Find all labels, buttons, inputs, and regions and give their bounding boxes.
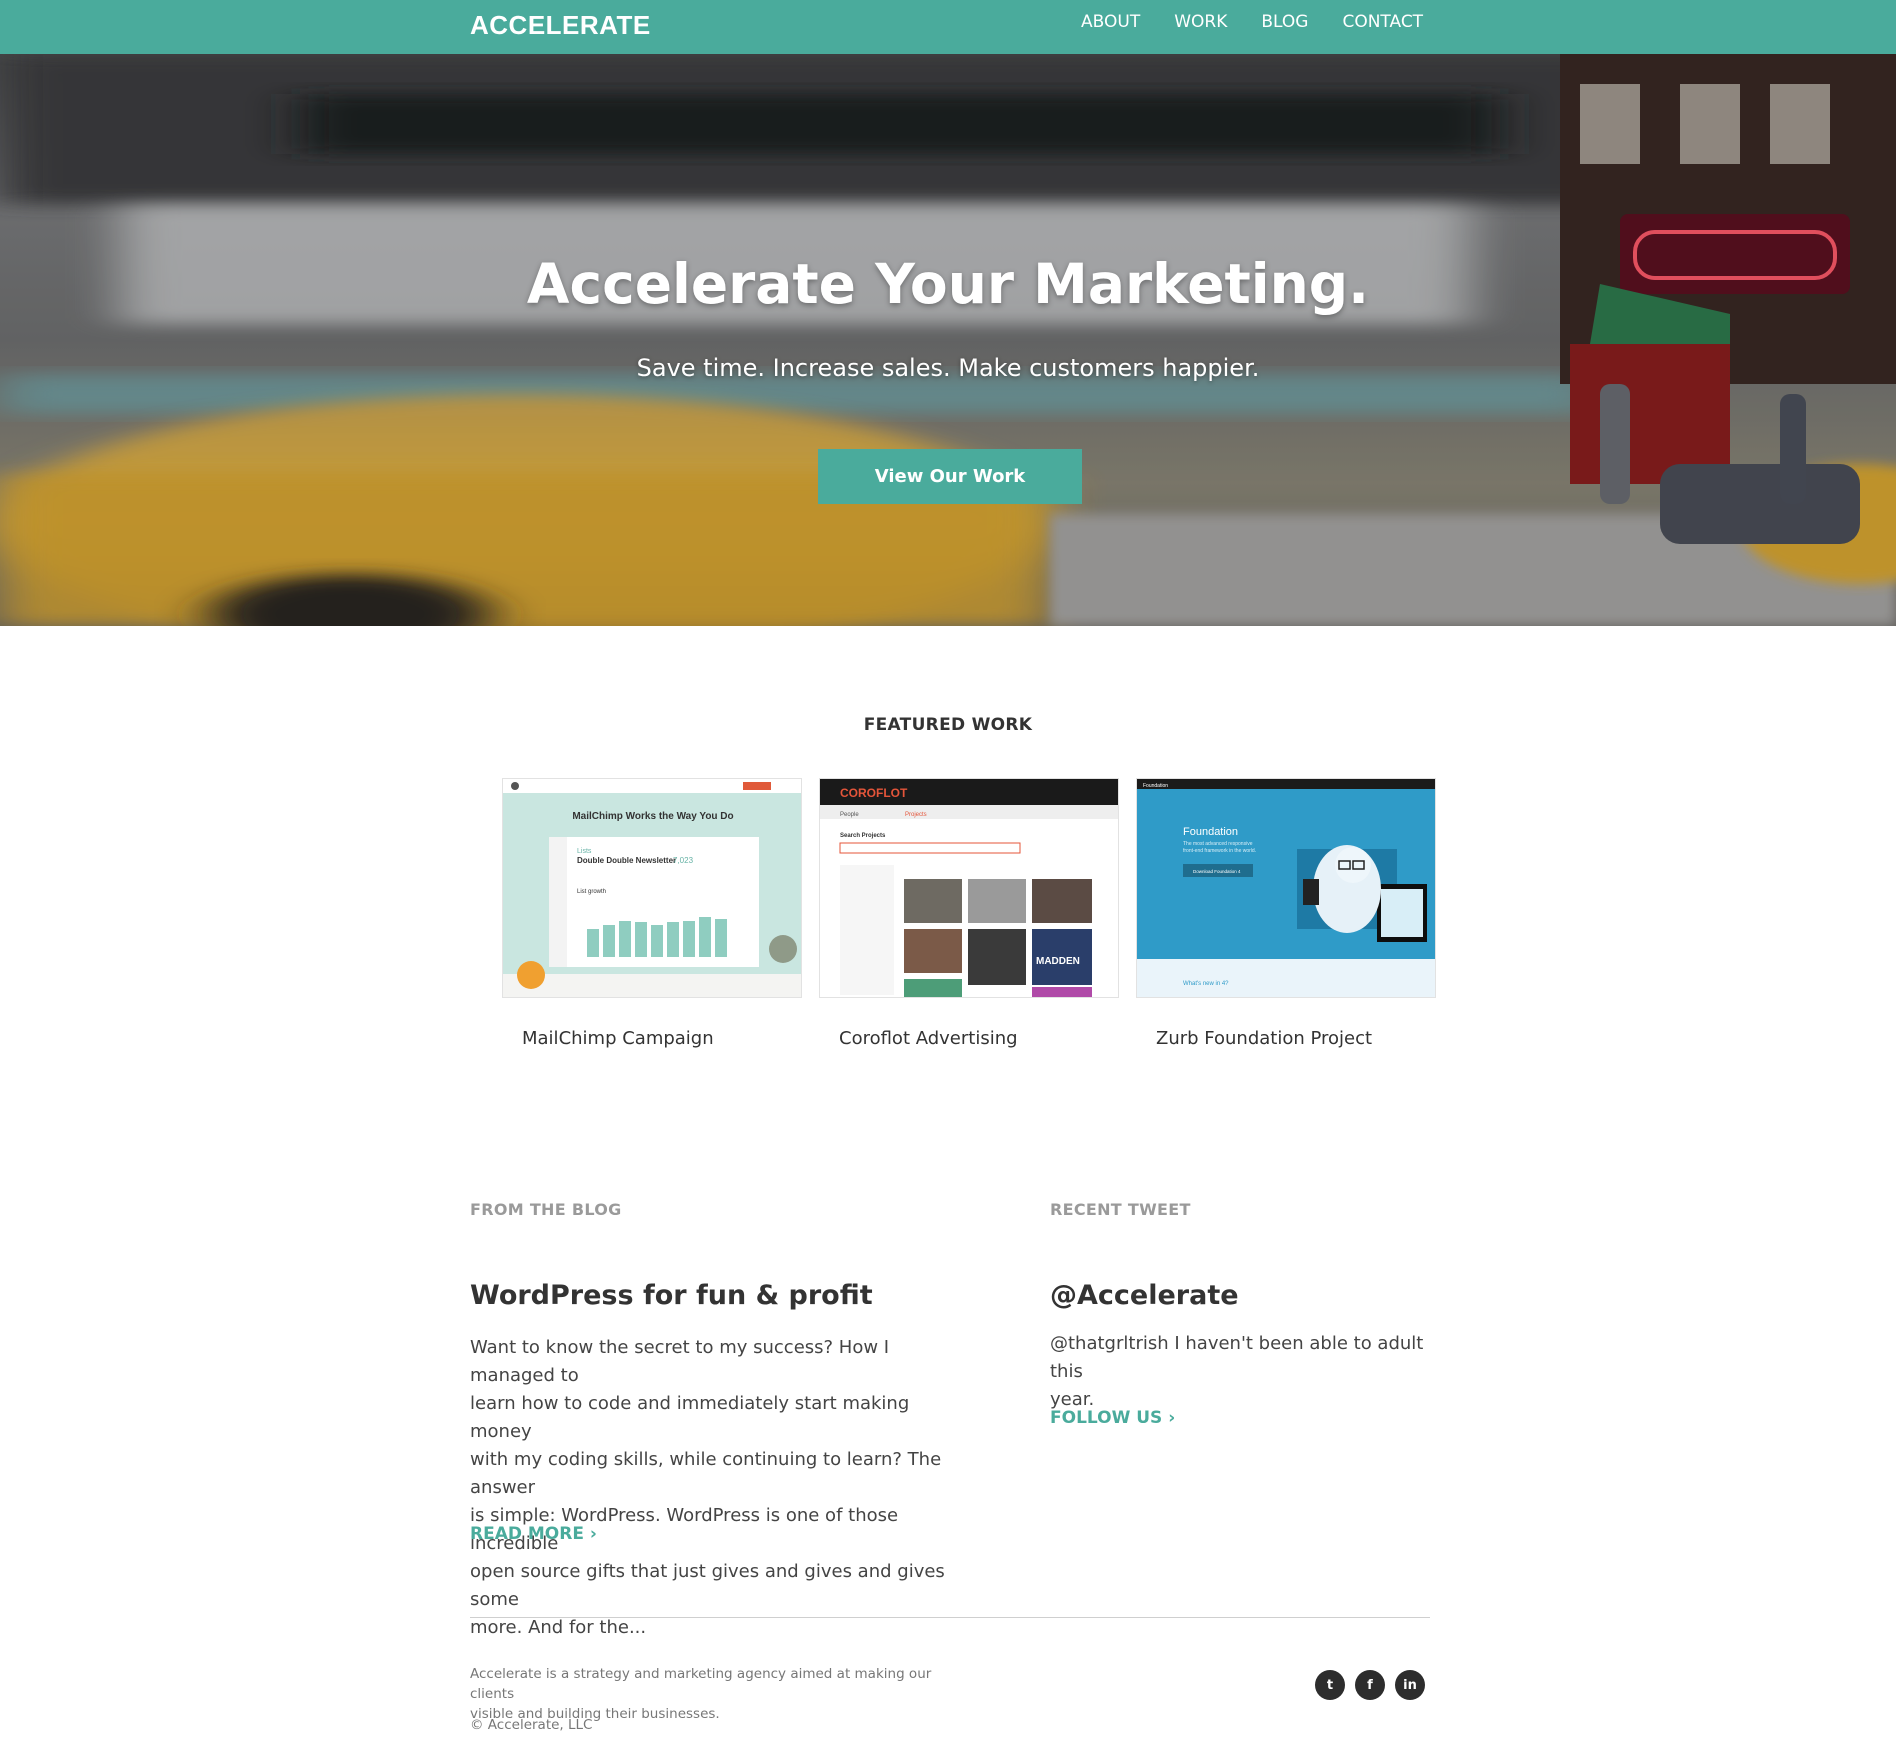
- svg-text:Double Double Newsletter: Double Double Newsletter: [577, 856, 676, 865]
- mailchimp-thumbnail: MailChimp Works the Way You Do Lists Dou…: [502, 778, 802, 998]
- view-our-work-button[interactable]: View Our Work: [818, 449, 1082, 504]
- linkedin-icon[interactable]: in: [1395, 1670, 1425, 1700]
- featured-work-title: FEATURED WORK: [863, 715, 1033, 735]
- coroflot-thumbnail: COROFLOT People Projects Search Projects…: [819, 778, 1119, 998]
- hero-background-image: [0, 54, 1896, 626]
- svg-text:Foundation: Foundation: [1183, 826, 1238, 838]
- svg-text:MADDEN: MADDEN: [1036, 956, 1080, 967]
- tweet-text: @thatgrltrish I haven't been able to adu…: [1050, 1333, 1424, 1410]
- recent-tweet-label: RECENT TWEET: [1050, 1200, 1191, 1219]
- hero-banner: Accelerate Your Marketing. Save time. In…: [0, 54, 1896, 626]
- main-nav: ABOUT WORK BLOG CONTACT: [1081, 12, 1457, 32]
- work-card-mailchimp[interactable]: MailChimp Works the Way You Do Lists Dou…: [502, 778, 802, 1049]
- nav-item-contact[interactable]: CONTACT: [1342, 12, 1423, 32]
- svg-text:List growth: List growth: [577, 889, 606, 895]
- tweet-handle[interactable]: @Accelerate: [1050, 1280, 1239, 1311]
- blog-excerpt: Want to know the secret to my success? H…: [470, 1337, 945, 1638]
- facebook-icon[interactable]: f: [1355, 1670, 1385, 1700]
- hero-title: Accelerate Your Marketing.: [526, 252, 1370, 316]
- nav-item-blog[interactable]: BLOG: [1261, 12, 1308, 32]
- hero-subtitle: Save time. Increase sales. Make customer…: [636, 354, 1260, 382]
- footer-divider: [470, 1617, 1430, 1618]
- work-title: Coroflot Advertising: [839, 1028, 1018, 1049]
- blog-post-title[interactable]: WordPress for fun & profit: [470, 1280, 873, 1311]
- nav-item-about[interactable]: ABOUT: [1081, 12, 1140, 32]
- svg-text:What's new in 4?: What's new in 4?: [1183, 981, 1229, 987]
- from-the-blog-label: FROM THE BLOG: [470, 1200, 622, 1219]
- footer-copyright: © Accelerate, LLC: [470, 1717, 593, 1733]
- work-title: Zurb Foundation Project: [1156, 1028, 1373, 1049]
- svg-text:People: People: [840, 812, 859, 818]
- svg-text:front-end framework in the wor: front-end framework in the world.: [1183, 848, 1256, 854]
- svg-text:Foundation: Foundation: [1143, 783, 1168, 789]
- follow-us-link[interactable]: FOLLOW US ›: [1050, 1408, 1175, 1428]
- work-title: MailChimp Campaign: [522, 1028, 714, 1049]
- svg-text:Lists: Lists: [577, 848, 592, 855]
- foundation-thumbnail: Foundation Foundation The most advanced …: [1136, 778, 1436, 998]
- work-card-coroflot[interactable]: COROFLOT People Projects Search Projects…: [819, 778, 1119, 1049]
- nav-item-work[interactable]: WORK: [1174, 12, 1227, 32]
- read-more-link[interactable]: READ MORE ›: [470, 1524, 597, 1544]
- work-card-zurb-foundation[interactable]: Foundation Foundation The most advanced …: [1136, 778, 1436, 1049]
- svg-text:Download Foundation 4: Download Foundation 4: [1193, 869, 1241, 874]
- coroflot-logo: COROFLOT: [840, 786, 908, 800]
- site-header: ACCELERATE ABOUT WORK BLOG CONTACT: [0, 0, 1896, 54]
- twitter-icon[interactable]: t: [1315, 1670, 1345, 1700]
- mailchimp-thumb-heading: MailChimp Works the Way You Do: [572, 811, 733, 822]
- svg-text:Search Projects: Search Projects: [840, 833, 886, 839]
- svg-text:The most advanced responsive: The most advanced responsive: [1183, 841, 1253, 847]
- footer-about: Accelerate is a strategy and marketing a…: [470, 1666, 932, 1722]
- site-logo[interactable]: ACCELERATE: [470, 10, 651, 41]
- svg-text:Projects: Projects: [905, 812, 927, 818]
- svg-text:7,023: 7,023: [673, 856, 694, 865]
